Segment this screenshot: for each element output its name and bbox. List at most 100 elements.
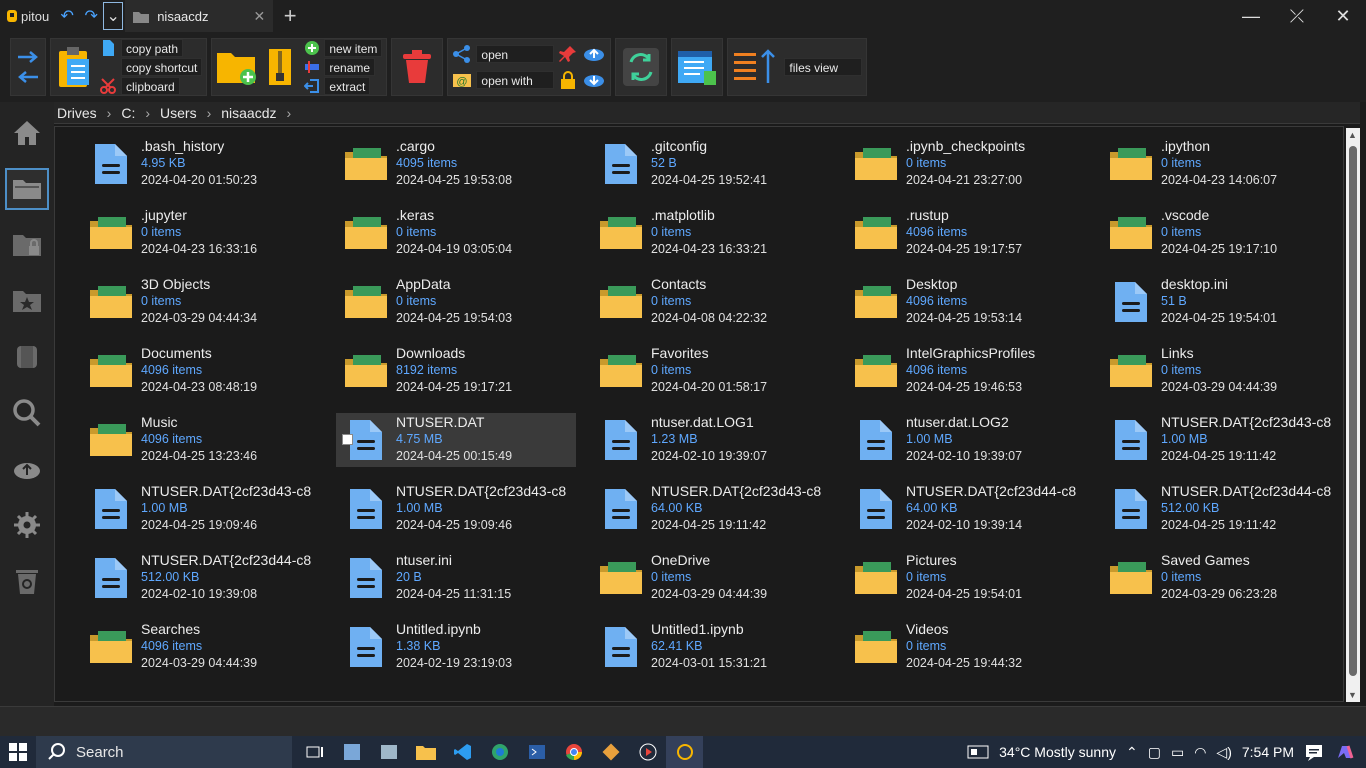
rename-button[interactable]: rename	[324, 58, 376, 76]
clipboard-button[interactable]: clipboard	[121, 77, 180, 95]
taskbar-edge[interactable]	[481, 736, 518, 768]
sidebar-item-home[interactable]	[5, 112, 49, 154]
folder-item[interactable]: Searches 4096 items 2024-03-29 04:44:39	[81, 620, 321, 674]
cloud-download-icon[interactable]	[582, 70, 606, 90]
file-item[interactable]: NTUSER.DAT{2cf23d43-c8 1.00 MB 2024-04-25 …	[81, 482, 321, 536]
file-item[interactable]: NTUSER.DAT{2cf23d43-c8 64.00 KB 2024-04-25…	[591, 482, 831, 536]
folder-item[interactable]: Desktop 4096 items 2024-04-25 19:53:14	[846, 275, 1086, 329]
vertical-scrollbar[interactable]: ▲ ▼	[1346, 128, 1360, 702]
wifi-icon[interactable]: ◠	[1194, 744, 1206, 761]
folder-item[interactable]: Downloads 8192 items 2024-04-25 19:17:21	[336, 344, 576, 398]
files-view-select[interactable]: files view	[784, 58, 863, 76]
copy-path-button[interactable]: copy path	[121, 39, 184, 57]
new-tab-button[interactable]: +	[273, 0, 307, 32]
taskbar-app-1[interactable]	[333, 736, 370, 768]
restore-button[interactable]: ⤫	[1274, 0, 1320, 32]
chevron-up-icon[interactable]: ⌃	[1126, 744, 1138, 761]
file-item[interactable]: NTUSER.DAT{2cf23d44-c8 64.00 KB 2024-02-10…	[846, 482, 1086, 536]
taskbar-vscode[interactable]	[444, 736, 481, 768]
file-item[interactable]: Untitled.ipynb 1.38 KB 2024-02-19 23:19:03	[336, 620, 576, 674]
folder-item[interactable]: Favorites 0 items 2024-04-20 01:58:17	[591, 344, 831, 398]
folder-item[interactable]: .ipython 0 items 2024-04-23 14:06:07	[1101, 137, 1341, 191]
file-item[interactable]: ntuser.ini 20 B 2024-04-25 11:31:15	[336, 551, 576, 605]
folder-item[interactable]: OneDrive 0 items 2024-03-29 04:44:39	[591, 551, 831, 605]
copilot-icon[interactable]	[1334, 742, 1356, 762]
breadcrumb-nisaacdz[interactable]: nisaacdz	[221, 105, 276, 121]
file-item[interactable]: Untitled1.ipynb 62.41 KB 2024-03-01 15:31:…	[591, 620, 831, 674]
delete-button[interactable]	[391, 38, 444, 96]
folder-item[interactable]: Saved Games 0 items 2024-03-29 06:23:28	[1101, 551, 1341, 605]
lock-icon[interactable]	[558, 70, 578, 90]
taskbar-app-2[interactable]	[370, 736, 407, 768]
file-item[interactable]: NTUSER.DAT{2cf23d43-c8 1.00 MB 2024-04-25 …	[336, 482, 576, 536]
file-item[interactable]: NTUSER.DAT{2cf23d43-c8 1.00 MB 2024-04-25 …	[1101, 413, 1341, 467]
folder-item[interactable]: .vscode 0 items 2024-04-25 19:17:10	[1101, 206, 1341, 260]
undo-button[interactable]: ↶	[55, 4, 79, 28]
folder-item[interactable]: IntelGraphicsProfiles 4096 items 2024-04-2…	[846, 344, 1086, 398]
taskbar-search[interactable]: Search	[36, 736, 292, 768]
folder-item[interactable]: 3D Objects 0 items 2024-03-29 04:44:34	[81, 275, 321, 329]
close-window-button[interactable]: ✕	[1320, 0, 1366, 32]
close-tab-icon[interactable]: ✕	[253, 8, 265, 25]
sidebar-item-favorites[interactable]	[5, 280, 49, 322]
camera-icon[interactable]: ▢	[1148, 744, 1161, 761]
new-item-button[interactable]: new item	[324, 39, 383, 57]
folder-item[interactable]: .cargo 4095 items 2024-04-25 19:53:08	[336, 137, 576, 191]
swap-arrows-button[interactable]	[10, 38, 46, 96]
folder-item[interactable]: Documents 4096 items 2024-04-23 08:48:19	[81, 344, 321, 398]
open-with-button[interactable]: open with	[476, 71, 555, 89]
file-item[interactable]: desktop.ini 51 B 2024-04-25 19:54:01	[1101, 275, 1341, 329]
cloud-upload-icon[interactable]	[582, 44, 606, 64]
collapse-toolbar-button[interactable]: ⌄	[103, 2, 124, 30]
battery-icon[interactable]: ▭	[1171, 744, 1184, 761]
sidebar-item-search[interactable]	[5, 392, 49, 434]
redo-button[interactable]: ↷	[79, 4, 103, 28]
breadcrumb-c-drive[interactable]: C:	[121, 105, 135, 121]
volume-icon[interactable]: ◁)	[1216, 744, 1231, 761]
sidebar-item-explorer[interactable]	[5, 168, 49, 210]
folder-item[interactable]: Pictures 0 items 2024-04-25 19:54:01	[846, 551, 1086, 605]
tab-nisaacdz[interactable]: nisaacdz ✕	[125, 0, 274, 32]
file-item[interactable]: .gitconfig 52 B 2024-04-25 19:52:41	[591, 137, 831, 191]
folder-item[interactable]: .ipynb_checkpoints 0 items 2024-04-21 23:2…	[846, 137, 1086, 191]
sidebar-item-recycle[interactable]	[5, 560, 49, 602]
taskbar-pitou[interactable]	[666, 736, 703, 768]
file-item[interactable]: NTUSER.DAT{2cf23d44-c8 512.00 KB 2024-02-1…	[81, 551, 321, 605]
folder-item[interactable]: Contacts 0 items 2024-04-08 04:22:32	[591, 275, 831, 329]
folder-item[interactable]: Videos 0 items 2024-04-25 19:44:32	[846, 620, 1086, 674]
sidebar-item-cloud[interactable]	[5, 448, 49, 490]
scroll-down-icon[interactable]: ▼	[1348, 690, 1357, 700]
extract-button[interactable]: extract	[324, 77, 371, 95]
weather-text[interactable]: 34°C Mostly sunny	[999, 744, 1116, 760]
taskbar-file-explorer[interactable]	[407, 736, 444, 768]
file-item[interactable]: NTUSER.DAT{2cf23d44-c8 512.00 KB 2024-04-2…	[1101, 482, 1341, 536]
details-pane-button[interactable]	[671, 38, 724, 96]
folder-item[interactable]: .jupyter 0 items 2024-04-23 16:33:16	[81, 206, 321, 260]
select-checkbox[interactable]	[342, 434, 353, 445]
breadcrumb-users[interactable]: Users	[160, 105, 197, 121]
copy-shortcut-button[interactable]: copy shortcut	[121, 58, 203, 76]
folder-item[interactable]: Music 4096 items 2024-04-25 13:23:46	[81, 413, 321, 467]
folder-item[interactable]: .matplotlib 0 items 2024-04-23 16:33:21	[591, 206, 831, 260]
taskbar-chrome[interactable]	[555, 736, 592, 768]
scroll-up-icon[interactable]: ▲	[1348, 130, 1357, 140]
sidebar-item-settings[interactable]	[5, 504, 49, 546]
folder-item[interactable]: Links 0 items 2024-03-29 04:44:39	[1101, 344, 1341, 398]
file-item[interactable]: .bash_history 4.95 KB 2024-04-20 01:50:23	[81, 137, 321, 191]
folder-item[interactable]: .rustup 4096 items 2024-04-25 19:17:57	[846, 206, 1086, 260]
scrollbar-thumb[interactable]	[1349, 146, 1357, 676]
clock-time[interactable]: 7:54 PM	[1242, 744, 1294, 760]
sidebar-item-locked[interactable]	[5, 224, 49, 266]
paste-button[interactable]	[55, 42, 95, 92]
taskbar-git[interactable]	[592, 736, 629, 768]
start-button[interactable]	[0, 736, 36, 768]
minimize-button[interactable]: —	[1228, 0, 1274, 32]
new-folder-button[interactable]	[216, 42, 257, 92]
zip-button[interactable]	[260, 42, 300, 92]
task-view-button[interactable]	[296, 736, 333, 768]
refresh-button[interactable]	[615, 38, 668, 96]
file-item[interactable]: ntuser.dat.LOG1 1.23 MB 2024-02-10 19:39:0…	[591, 413, 831, 467]
file-item[interactable]: NTUSER.DAT 4.75 MB 2024-04-25 00:15:49	[336, 413, 576, 467]
taskbar-media[interactable]	[629, 736, 666, 768]
file-item[interactable]: ntuser.dat.LOG2 1.00 MB 2024-02-10 19:39:0…	[846, 413, 1086, 467]
